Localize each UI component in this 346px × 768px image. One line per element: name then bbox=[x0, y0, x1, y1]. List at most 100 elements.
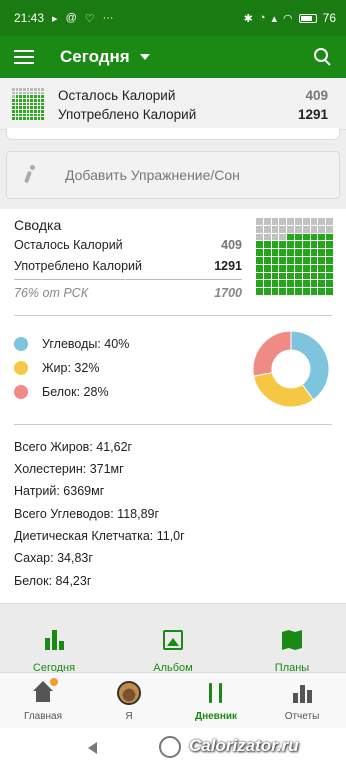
notification-badge bbox=[50, 678, 58, 686]
grid-cell bbox=[34, 102, 37, 106]
summary-remaining-value: 409 bbox=[221, 238, 242, 252]
grid-cell bbox=[256, 225, 263, 233]
add-exercise-button[interactable]: Добавить Упражнение/Сон bbox=[6, 151, 340, 199]
grid-cell bbox=[15, 109, 19, 113]
grid-cell bbox=[34, 113, 37, 117]
summary-rsk-value: 1700 bbox=[214, 286, 242, 300]
macro-fat-label: Жир: 32% bbox=[42, 361, 100, 375]
grid-cell bbox=[318, 288, 326, 295]
chevron-down-icon[interactable] bbox=[139, 54, 150, 60]
summary-section: Сводка Осталось Калорий 409 Употреблено … bbox=[0, 209, 346, 603]
grid-cell bbox=[279, 225, 287, 233]
grid-cell bbox=[15, 88, 19, 91]
grid-cell bbox=[302, 233, 310, 241]
grid-cell bbox=[30, 98, 33, 102]
back-icon[interactable] bbox=[88, 742, 97, 754]
grid-cell bbox=[326, 225, 333, 233]
grid-cell bbox=[318, 218, 326, 225]
section-tabs: Сегодня Альбом Планы bbox=[0, 603, 346, 674]
grid-cell bbox=[15, 95, 19, 98]
grid-cell bbox=[23, 91, 26, 95]
grid-cell bbox=[271, 249, 279, 256]
grid-cell bbox=[15, 91, 19, 95]
grid-cell bbox=[37, 113, 41, 117]
page-title[interactable]: Сегодня bbox=[60, 47, 130, 67]
nutrient-sodium: Натрий: 6369мг bbox=[14, 484, 105, 498]
grid-cell bbox=[256, 272, 263, 280]
donut-slice-protein bbox=[252, 330, 292, 377]
grid-cell bbox=[19, 109, 22, 113]
grid-cell bbox=[37, 95, 41, 98]
menu-icon[interactable] bbox=[14, 50, 34, 64]
grid-cell bbox=[12, 117, 15, 120]
nav-reports-label: Отчеты bbox=[284, 711, 320, 722]
grid-cell bbox=[326, 249, 333, 256]
grid-cell bbox=[30, 109, 33, 113]
divider bbox=[14, 315, 332, 316]
nav-home[interactable]: Главная bbox=[10, 678, 76, 722]
alarm-icon: ◔ bbox=[258, 12, 266, 24]
grid-cell bbox=[326, 264, 333, 272]
grid-cell bbox=[30, 95, 33, 98]
remaining-calories-row: Осталось Калорий 409 bbox=[58, 88, 328, 103]
grid-cell bbox=[41, 106, 44, 109]
grid-cell bbox=[23, 88, 26, 91]
grid-cell bbox=[19, 98, 22, 102]
grid-cell bbox=[295, 249, 302, 256]
remaining-calories-label: Осталось Калорий bbox=[58, 88, 176, 103]
grid-cell bbox=[263, 256, 271, 264]
fat-legend-dot bbox=[14, 361, 28, 375]
nav-me[interactable]: Я bbox=[96, 681, 162, 722]
grid-cell bbox=[12, 113, 15, 117]
grid-cell bbox=[19, 106, 22, 109]
grid-cell bbox=[302, 280, 310, 288]
grid-cell bbox=[34, 98, 37, 102]
grid-cell bbox=[19, 88, 22, 91]
tab-today[interactable]: Сегодня bbox=[14, 630, 94, 674]
macro-donut-chart bbox=[252, 330, 330, 408]
system-home-icon[interactable] bbox=[159, 736, 181, 758]
grid-cell bbox=[271, 241, 279, 249]
grid-cell bbox=[279, 218, 287, 225]
grid-cell bbox=[271, 264, 279, 272]
grid-cell bbox=[26, 91, 30, 95]
grid-cell bbox=[41, 95, 44, 98]
nav-reports[interactable]: Отчеты bbox=[269, 681, 335, 722]
calorie-summary-bar[interactable]: Осталось Калорий 409 Употреблено Калорий… bbox=[0, 78, 346, 130]
grid-cell bbox=[271, 225, 279, 233]
grid-cell bbox=[271, 280, 279, 288]
grid-cell bbox=[318, 225, 326, 233]
grid-cell bbox=[15, 106, 19, 109]
summary-consumed-value: 1291 bbox=[214, 259, 242, 273]
grid-cell bbox=[30, 106, 33, 109]
grid-cell bbox=[287, 218, 294, 225]
grid-cell bbox=[279, 272, 287, 280]
grid-cell bbox=[318, 256, 326, 264]
nav-home-label: Главная bbox=[23, 711, 63, 722]
grid-cell bbox=[295, 233, 302, 241]
grid-cell bbox=[23, 109, 26, 113]
calorie-mini-grid bbox=[12, 88, 44, 120]
grid-cell bbox=[263, 218, 271, 225]
macro-protein-label: Белок: 28% bbox=[42, 385, 109, 399]
macro-protein: Белок: 28% bbox=[14, 385, 109, 399]
grid-cell bbox=[287, 264, 294, 272]
nav-diary[interactable]: Дневник bbox=[183, 681, 249, 722]
grid-cell bbox=[19, 102, 22, 106]
tab-album[interactable]: Альбом bbox=[133, 630, 213, 674]
grid-cell bbox=[41, 88, 44, 91]
grid-cell bbox=[12, 106, 15, 109]
tab-plans[interactable]: Планы bbox=[252, 630, 332, 674]
grid-cell bbox=[34, 95, 37, 98]
status-bar: 21:43 ▸ @ ♡ ··· ✱ ◔ ▴ ◠ 76 bbox=[0, 0, 346, 36]
grid-cell bbox=[295, 288, 302, 295]
grid-cell bbox=[295, 256, 302, 264]
grid-cell bbox=[287, 288, 294, 295]
bluetooth-icon: ✱ bbox=[243, 12, 253, 25]
grid-cell bbox=[310, 249, 318, 256]
battery-icon bbox=[298, 13, 317, 23]
grid-cell bbox=[19, 95, 22, 98]
grid-cell bbox=[26, 88, 30, 91]
search-icon[interactable] bbox=[314, 48, 332, 66]
grid-cell bbox=[30, 117, 33, 120]
